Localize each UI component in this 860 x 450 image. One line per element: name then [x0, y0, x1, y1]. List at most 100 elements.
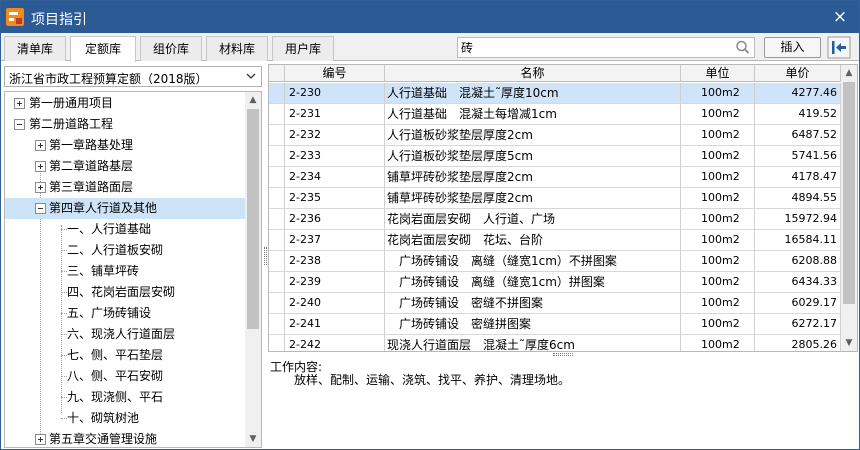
cell-price: 4894.55 — [755, 188, 841, 208]
tree-node-chapter-2[interactable]: 第二章道路基层 — [5, 156, 245, 177]
splitter-grip-icon — [264, 247, 267, 265]
cell-name: 花岗岩面层安砌 人行道、广场 — [385, 209, 681, 229]
close-icon[interactable]: × — [829, 6, 851, 28]
tab-quota-library[interactable]: 定额库 — [70, 36, 136, 62]
tree-node-section[interactable]: 五、广场砖铺设 — [5, 303, 245, 324]
cell-price: 419.52 — [755, 104, 841, 124]
tree-node-label: 八、侧、平石安砌 — [67, 369, 164, 383]
table-row[interactable]: 2-231 人行道基础 混凝土每增减1cm 100m2 419.52 — [269, 104, 841, 125]
tree-node-label: 第一册通用项目 — [29, 96, 114, 110]
table-row[interactable]: 2-234 铺草坪砖砂浆垫层厚度2cm 100m2 4178.47 — [269, 167, 841, 188]
expand-plus-icon[interactable] — [14, 98, 25, 109]
column-header-price[interactable]: 单价 — [755, 65, 841, 82]
cell-code: 2-231 — [285, 104, 385, 124]
tree-node-volume-1[interactable]: 第一册通用项目 — [5, 93, 245, 114]
horizontal-splitter-grip-icon[interactable] — [553, 353, 573, 356]
tree-node-section[interactable]: 七、侧、平石垫层 — [5, 345, 245, 366]
table-row[interactable]: 2-230 人行道基础 混凝土˜厚度10cm 100m2 4277.46 — [269, 83, 841, 104]
expand-plus-icon[interactable] — [35, 161, 46, 172]
table-row[interactable]: 2-239 广场砖铺设 离缝（缝宽1cm）拼图案 100m2 6434.33 — [269, 272, 841, 293]
search-icon[interactable] — [734, 39, 752, 56]
row-indicator — [269, 188, 285, 208]
expand-plus-icon[interactable] — [35, 140, 46, 151]
tree-scrollbar[interactable]: ▲ ▼ — [245, 92, 261, 447]
table-row[interactable]: 2-238 广场砖铺设 离缝（缝宽1cm）不拼图案 100m2 6208.88 — [269, 251, 841, 272]
insert-button[interactable]: 插入 — [764, 37, 821, 58]
row-indicator — [269, 251, 285, 271]
tree-scroll-thumb[interactable] — [247, 109, 259, 329]
column-header-name[interactable]: 名称 — [385, 65, 681, 82]
tree-node-label: 六、现浇人行道面层 — [67, 327, 176, 341]
cell-code: 2-230 — [285, 83, 385, 103]
cell-unit: 100m2 — [681, 230, 755, 250]
cell-unit: 100m2 — [681, 314, 755, 334]
tree-node-section[interactable]: 六、现浇人行道面层 — [5, 324, 245, 345]
chapter-tree: 第一册通用项目 第二册道路工程 第一章路基处理 第二章道路基层 第三章道路面层 … — [4, 91, 262, 448]
cell-price: 2805.26 — [755, 335, 841, 351]
scroll-up-icon[interactable]: ▲ — [841, 65, 857, 81]
cell-unit: 100m2 — [681, 146, 755, 166]
cell-code: 2-232 — [285, 125, 385, 145]
tree-node-label: 九、现浇侧、平石 — [67, 390, 164, 404]
collapse-minus-icon[interactable] — [14, 119, 25, 130]
expand-plus-icon[interactable] — [35, 182, 46, 193]
tree-node-section[interactable]: 二、人行道板安砌 — [5, 240, 245, 261]
tree-node-chapter-3[interactable]: 第三章道路面层 — [5, 177, 245, 198]
library-select[interactable]: 浙江省市政工程预算定额（2018版） — [4, 66, 262, 87]
tree-node-label: 四、花岗岩面层安砌 — [67, 285, 176, 299]
row-indicator — [269, 83, 285, 103]
row-indicator — [269, 314, 285, 334]
cell-unit: 100m2 — [681, 104, 755, 124]
tree-node-label: 一、人行道基础 — [67, 222, 152, 236]
expand-plus-icon[interactable] — [35, 434, 46, 445]
cell-unit: 100m2 — [681, 125, 755, 145]
cell-unit: 100m2 — [681, 209, 755, 229]
tab-bill-library[interactable]: 清单库 — [4, 36, 66, 61]
table-row[interactable]: 2-236 花岗岩面层安砌 人行道、广场 100m2 15972.94 — [269, 209, 841, 230]
cell-code: 2-242 — [285, 335, 385, 351]
table-row[interactable]: 2-240 广场砖铺设 密缝不拼图案 100m2 6029.17 — [269, 293, 841, 314]
cell-code: 2-241 — [285, 314, 385, 334]
cell-price: 5741.56 — [755, 146, 841, 166]
table-row[interactable]: 2-241 广场砖铺设 密缝拼图案 100m2 6272.17 — [269, 314, 841, 335]
tree-node-section[interactable]: 十、砌筑树池 — [5, 408, 245, 429]
column-header-code[interactable]: 编号 — [285, 65, 385, 82]
table-row[interactable]: 2-242 现浇人行道面层 混凝土˜厚度6cm 100m2 2805.26 — [269, 335, 841, 351]
tab-material-library[interactable]: 材料库 — [206, 36, 268, 61]
tree-node-chapter-1[interactable]: 第一章路基处理 — [5, 135, 245, 156]
column-header-unit[interactable]: 单位 — [681, 65, 755, 82]
tree-node-section[interactable]: 九、现浇侧、平石 — [5, 387, 245, 408]
table-row[interactable]: 2-232 人行道板砂浆垫层厚度2cm 100m2 6487.52 — [269, 125, 841, 146]
tree-node-chapter-4[interactable]: 第四章人行道及其他 — [5, 198, 245, 219]
grid-scrollbar[interactable]: ▲ ▼ — [841, 65, 857, 351]
cell-name: 广场砖铺设 密缝拼图案 — [385, 314, 681, 334]
tree-node-volume-2[interactable]: 第二册道路工程 — [5, 114, 245, 135]
collapse-minus-icon[interactable] — [35, 203, 46, 214]
tree-node-chapter-5[interactable]: 第五章交通管理设施 — [5, 429, 245, 447]
tree-node-section[interactable]: 一、人行道基础 — [5, 219, 245, 240]
scroll-down-icon[interactable]: ▼ — [841, 335, 857, 351]
quota-grid: 编号 名称 单位 单价 2-230 人行道基础 混凝土˜厚度10cm 100m2 42… — [268, 64, 858, 352]
tab-pricing-library[interactable]: 组价库 — [140, 36, 202, 61]
cell-price: 16584.11 — [755, 230, 841, 250]
tree-node-label: 第二册道路工程 — [29, 117, 114, 131]
tab-user-library[interactable]: 用户库 — [272, 36, 334, 61]
tree-node-label: 第四章人行道及其他 — [49, 201, 158, 215]
tree-node-label: 五、广场砖铺设 — [67, 306, 152, 320]
table-row[interactable]: 2-233 人行道板砂浆垫层厚度5cm 100m2 5741.56 — [269, 146, 841, 167]
scroll-up-icon[interactable]: ▲ — [245, 92, 261, 108]
exit-panel-icon[interactable] — [827, 36, 851, 59]
grid-scroll-thumb[interactable] — [843, 82, 855, 304]
scroll-down-icon[interactable]: ▼ — [245, 431, 261, 447]
cell-name: 人行道基础 混凝土˜厚度10cm — [385, 83, 681, 103]
cell-name: 人行道基础 混凝土每增减1cm — [385, 104, 681, 124]
tree-node-section[interactable]: 四、花岗岩面层安砌 — [5, 282, 245, 303]
search-input[interactable] — [458, 38, 728, 57]
tree-node-label: 十、砌筑树池 — [67, 411, 140, 425]
tree-node-section[interactable]: 三、铺草坪砖 — [5, 261, 245, 282]
tree-node-section[interactable]: 八、侧、平石安砌 — [5, 366, 245, 387]
table-row[interactable]: 2-237 花岗岩面层安砌 花坛、台阶 100m2 16584.11 — [269, 230, 841, 251]
left-panel: 浙江省市政工程预算定额（2018版） 第一册通用项目 第二册道路工程 第一章路基… — [4, 64, 263, 448]
table-row[interactable]: 2-235 铺草坪砖砂浆垫层厚度2cm 100m2 4894.55 — [269, 188, 841, 209]
cell-name: 铺草坪砖砂浆垫层厚度2cm — [385, 167, 681, 187]
